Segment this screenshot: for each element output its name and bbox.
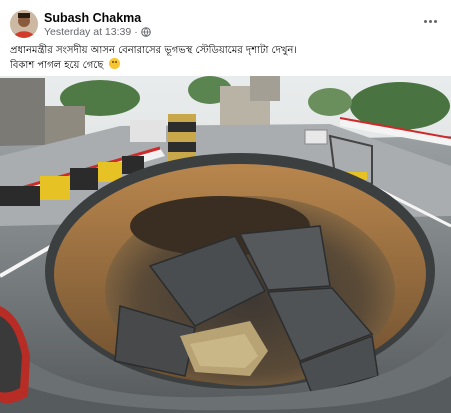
post-text-line-2: বিকাশ পাগল হয়ে গেছে <box>10 58 440 73</box>
post-header: Subash Chakma Yesterday at 13:39 · <box>10 10 441 40</box>
more-options-button[interactable] <box>419 12 441 30</box>
post-text: প্রধানমন্ত্রীর সংসদীয় আসন বেনারাসের ভূগ… <box>10 43 440 73</box>
smiling-face-emoji-icon <box>108 58 120 69</box>
meta-separator: · <box>134 26 138 38</box>
avatar[interactable] <box>10 10 38 38</box>
globe-icon[interactable] <box>140 27 151 37</box>
post-photo[interactable] <box>0 76 451 413</box>
post-timestamp[interactable]: Yesterday at 13:39 <box>44 26 131 38</box>
author-name[interactable]: Subash Chakma <box>44 11 141 25</box>
sinkhole-photo-illustration <box>0 76 451 413</box>
post-meta: Yesterday at 13:39 · <box>44 26 151 38</box>
more-dots-icon <box>423 19 427 23</box>
post-text-line-1: প্রধানমন্ত্রীর সংসদীয় আসন বেনারাসের ভূগ… <box>10 45 297 56</box>
post-text-line-2-text: বিকাশ পাগল হয়ে গেছে <box>10 60 104 71</box>
